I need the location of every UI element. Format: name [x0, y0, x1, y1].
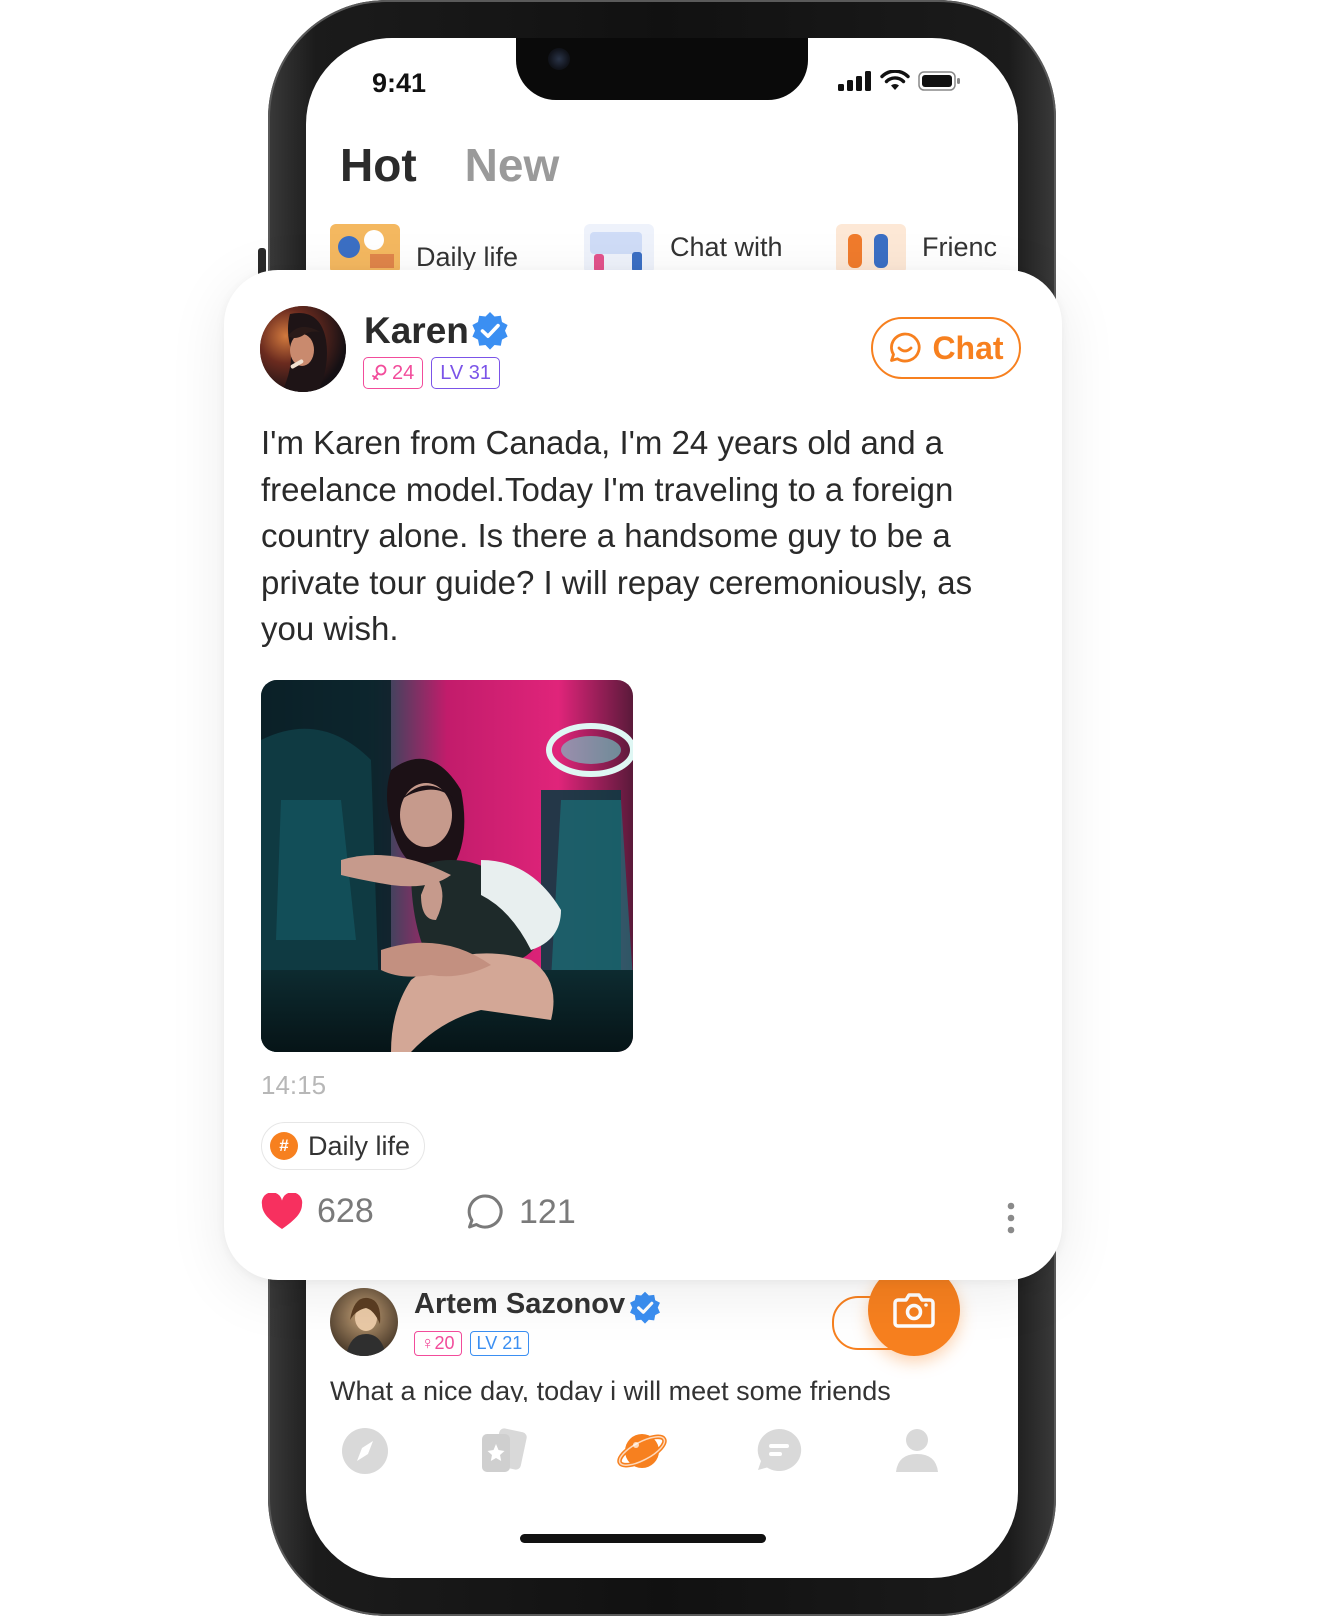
comment-count: 121: [519, 1192, 576, 1231]
tab-moments[interactable]: [616, 1426, 667, 1476]
tab-profile[interactable]: [892, 1426, 942, 1476]
topic-tag-label: Daily life: [308, 1130, 411, 1161]
cellular-signal-icon: [838, 71, 871, 91]
chat-button[interactable]: Chat: [871, 317, 1021, 379]
post-card: Karen 24 LV 31 Chat I'm Karen from Canad…: [224, 270, 1062, 1280]
tab-new[interactable]: New: [465, 138, 560, 192]
planet-icon: [617, 1434, 667, 1468]
comment-button[interactable]: 121: [465, 1192, 576, 1232]
like-count: 628: [317, 1192, 374, 1230]
female-icon: ♀: [421, 1333, 435, 1353]
battery-icon: [918, 71, 960, 91]
bottom-tab-bar: [306, 1398, 1018, 1498]
post-topic-tag[interactable]: # Daily life: [261, 1122, 426, 1170]
author-badges: 24 LV 31: [363, 357, 501, 389]
next-post-avatar[interactable]: [330, 1288, 398, 1356]
tab-messages[interactable]: [754, 1426, 804, 1476]
next-post-badges: ♀20 LV 21: [414, 1331, 530, 1356]
post-text: I'm Karen from Canada, I'm 24 years old …: [261, 424, 973, 647]
tab-hot[interactable]: Hot: [340, 138, 417, 192]
status-time: 9:41: [372, 68, 427, 98]
message-icon: [757, 1428, 802, 1471]
topic-thumbnail: [330, 224, 400, 274]
more-vertical-icon: [1007, 1202, 1015, 1234]
gender-age-badge: 24: [363, 357, 424, 389]
next-post-author: Artem Sazonov: [414, 1288, 626, 1320]
topic-label: Chat with: [670, 232, 783, 262]
author-name[interactable]: Karen: [364, 310, 469, 352]
post-timestamp: 14:15: [261, 1070, 327, 1100]
verified-icon: [472, 312, 508, 350]
age-value: 24: [392, 361, 415, 384]
cards-icon: [482, 1428, 527, 1472]
front-camera: [548, 48, 570, 70]
tab-discover[interactable]: [340, 1426, 390, 1476]
feed-tabs: Hot New: [340, 138, 559, 192]
verified-icon: [630, 1291, 660, 1324]
like-button[interactable]: 628: [261, 1192, 374, 1231]
gender-age-badge: ♀20: [414, 1331, 462, 1356]
post-photo[interactable]: [261, 680, 633, 1052]
comment-bubble-icon: [467, 1194, 503, 1229]
notch: [516, 38, 808, 100]
topic-thumbnail: [584, 224, 654, 274]
heart-icon: [261, 1192, 303, 1229]
hashtag-icon: #: [270, 1132, 298, 1160]
topic-label: Daily life: [416, 242, 519, 272]
camera-icon: [893, 1293, 935, 1328]
topic-label: Frienc: [922, 232, 998, 262]
profile-icon: [896, 1429, 938, 1472]
age-value: 20: [434, 1333, 455, 1353]
tab-cards[interactable]: [478, 1426, 528, 1476]
compass-icon: [342, 1428, 388, 1474]
status-icons: [838, 70, 962, 92]
female-icon: [372, 364, 387, 380]
level-badge: LV 21: [469, 1331, 530, 1356]
author-avatar[interactable]: [260, 306, 346, 392]
chat-button-label: Chat: [932, 329, 1004, 366]
home-indicator: [520, 1534, 766, 1543]
chat-bubble-icon: [890, 332, 921, 363]
topic-chip-friends[interactable]: Frienc: [836, 224, 997, 274]
wifi-icon: [880, 70, 910, 90]
topic-chip-daily-life[interactable]: Daily life: [330, 224, 518, 274]
post-actions: 628 121: [261, 1192, 1021, 1248]
topic-thumbnail: [836, 224, 906, 274]
next-post: Artem Sazonov ♀20 LV 21 What a nice day,…: [306, 1264, 1018, 1403]
topic-chip-chat-with[interactable]: Chat with: [584, 224, 783, 274]
level-badge: LV 31: [431, 357, 501, 389]
more-options-button[interactable]: [1001, 1198, 1021, 1238]
